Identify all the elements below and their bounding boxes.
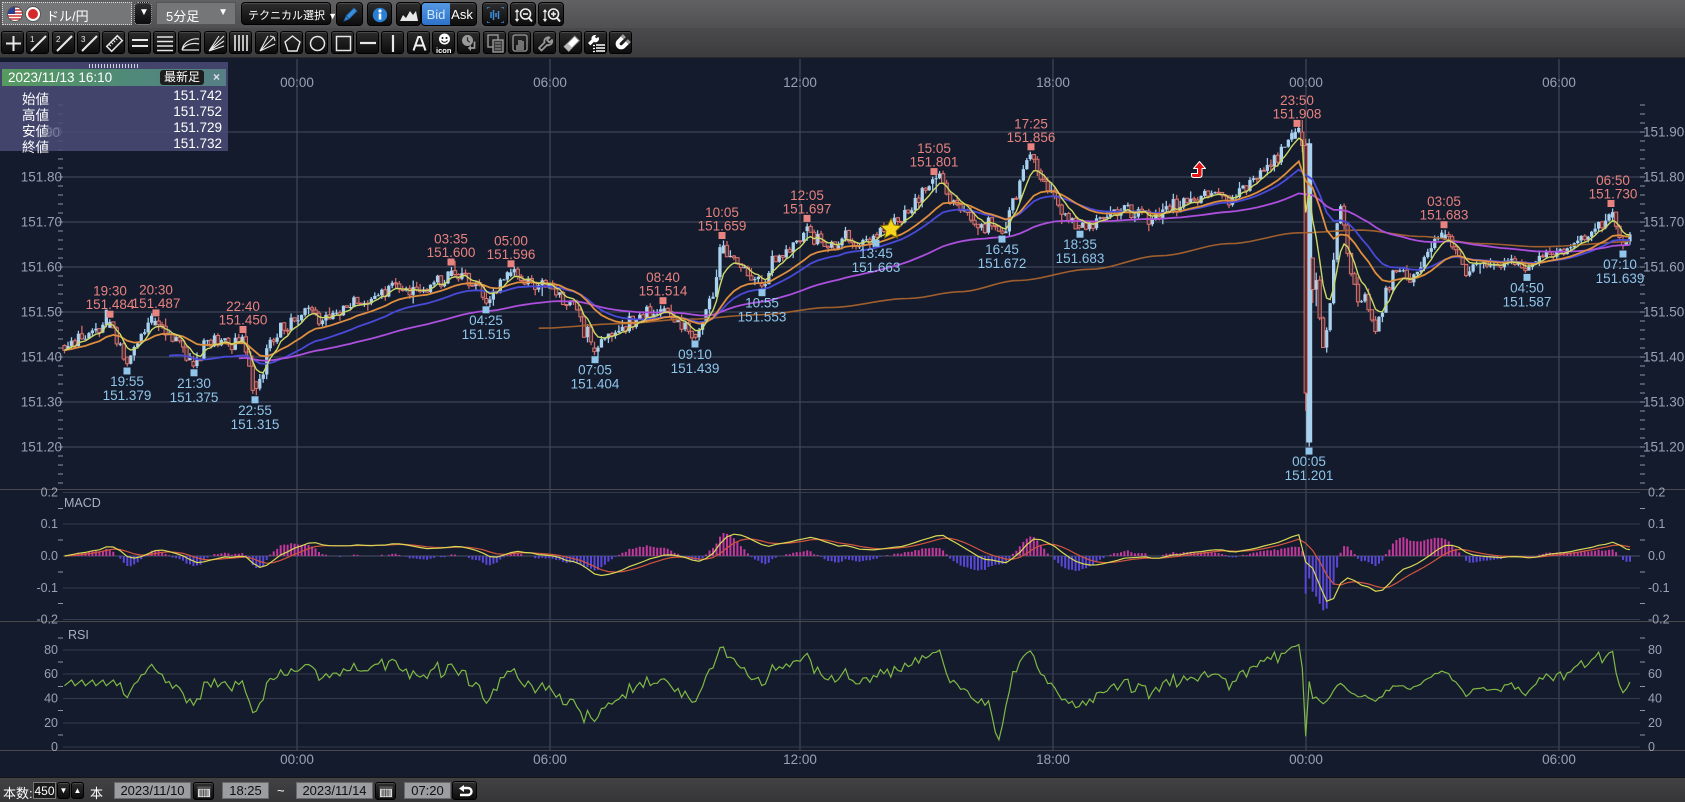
svg-text:151.514: 151.514: [639, 284, 688, 299]
svg-text:151.30: 151.30: [1643, 395, 1684, 410]
svg-text:151.801: 151.801: [910, 155, 959, 170]
svg-text:151.375: 151.375: [170, 390, 219, 405]
svg-text:00:00: 00:00: [1289, 75, 1323, 90]
svg-text:13:45: 13:45: [859, 246, 893, 261]
svg-text:12:00: 12:00: [783, 752, 817, 767]
svg-text:151.50: 151.50: [1643, 305, 1684, 320]
svg-text:0.2: 0.2: [1648, 486, 1665, 500]
svg-text:60: 60: [44, 667, 58, 681]
svg-text:151.596: 151.596: [487, 247, 536, 262]
svg-text:151.487: 151.487: [132, 296, 181, 311]
svg-text:151.697: 151.697: [783, 201, 832, 216]
svg-text:0.0: 0.0: [1648, 549, 1665, 563]
svg-text:18:35: 18:35: [1063, 237, 1097, 252]
svg-text:3: 3: [81, 35, 86, 44]
svg-text:151.40: 151.40: [21, 350, 62, 365]
svg-text:151.80: 151.80: [1643, 170, 1684, 185]
svg-text:00:00: 00:00: [280, 75, 314, 90]
svg-text:20: 20: [44, 716, 58, 730]
svg-text:07:10: 07:10: [1603, 257, 1637, 272]
svg-text:07:05: 07:05: [578, 363, 612, 378]
svg-text:151.659: 151.659: [698, 219, 747, 234]
svg-text:151.20: 151.20: [21, 440, 62, 455]
svg-text:151.30: 151.30: [21, 395, 62, 410]
svg-text:151.587: 151.587: [1503, 294, 1552, 309]
svg-text:RSI: RSI: [68, 628, 89, 642]
svg-text:151.730: 151.730: [1589, 187, 1638, 202]
svg-text:151.60: 151.60: [21, 260, 62, 275]
svg-text:06:00: 06:00: [1542, 752, 1576, 767]
svg-text:151.20: 151.20: [1643, 440, 1684, 455]
svg-text:1: 1: [30, 35, 35, 44]
svg-text:151.515: 151.515: [462, 327, 511, 342]
svg-text:40: 40: [1648, 692, 1662, 706]
svg-text:0.2: 0.2: [41, 486, 58, 500]
svg-text:0.0: 0.0: [41, 549, 58, 563]
svg-text:06:00: 06:00: [533, 75, 567, 90]
svg-text:151.379: 151.379: [103, 388, 152, 403]
svg-text:00:05: 00:05: [1292, 454, 1326, 469]
svg-text:80: 80: [1648, 643, 1662, 657]
svg-text:00:00: 00:00: [280, 752, 314, 767]
svg-text:22:55: 22:55: [238, 403, 272, 418]
svg-text:icon: icon: [436, 46, 452, 54]
svg-text:10:55: 10:55: [745, 296, 779, 311]
svg-text:151.50: 151.50: [21, 305, 62, 320]
svg-text:21:30: 21:30: [177, 376, 211, 391]
svg-text:151.672: 151.672: [978, 256, 1027, 271]
svg-text:151.201: 151.201: [1285, 468, 1334, 483]
svg-text:-0.2: -0.2: [1648, 613, 1670, 627]
svg-text:151.315: 151.315: [231, 417, 280, 432]
svg-text:151.450: 151.450: [219, 313, 268, 328]
svg-text:151.908: 151.908: [1273, 106, 1322, 121]
svg-text:18:00: 18:00: [1036, 752, 1070, 767]
svg-text:0: 0: [1648, 740, 1655, 754]
svg-text:MACD: MACD: [64, 496, 101, 510]
svg-text:40: 40: [44, 692, 58, 706]
svg-text:04:25: 04:25: [469, 313, 503, 328]
svg-text:151.404: 151.404: [571, 377, 620, 392]
svg-text:151.60: 151.60: [1643, 260, 1684, 275]
svg-text:0.1: 0.1: [1648, 517, 1665, 531]
svg-text:16:45: 16:45: [985, 242, 1019, 257]
svg-text:151.600: 151.600: [427, 245, 476, 260]
svg-text:151.683: 151.683: [1420, 208, 1469, 223]
svg-text:06:00: 06:00: [533, 752, 567, 767]
svg-text:18:00: 18:00: [1036, 75, 1070, 90]
svg-text:20: 20: [1648, 716, 1662, 730]
svg-text:151.553: 151.553: [738, 310, 787, 325]
svg-text:151.80: 151.80: [21, 170, 62, 185]
svg-text:09:10: 09:10: [678, 347, 712, 362]
svg-text:151.663: 151.663: [852, 260, 901, 275]
svg-text:-0.1: -0.1: [36, 581, 58, 595]
svg-text:151.639: 151.639: [1596, 271, 1645, 286]
svg-text:151.70: 151.70: [1643, 215, 1684, 230]
svg-text:12:00: 12:00: [783, 75, 817, 90]
svg-text:151.40: 151.40: [1643, 350, 1684, 365]
svg-text:151.70: 151.70: [21, 215, 62, 230]
svg-text:151.683: 151.683: [1056, 251, 1105, 266]
svg-text:-0.2: -0.2: [36, 613, 58, 627]
svg-text:04:50: 04:50: [1510, 280, 1544, 295]
svg-text:151.856: 151.856: [1007, 130, 1056, 145]
svg-text:151.484: 151.484: [86, 297, 135, 312]
svg-text:-0.1: -0.1: [1648, 581, 1670, 595]
svg-text:0: 0: [51, 740, 58, 754]
svg-text:06:00: 06:00: [1542, 75, 1576, 90]
svg-text:2: 2: [56, 35, 61, 44]
svg-text:80: 80: [44, 643, 58, 657]
svg-text:151.439: 151.439: [671, 361, 720, 376]
svg-text:19:55: 19:55: [110, 374, 144, 389]
svg-text:00:00: 00:00: [1289, 752, 1323, 767]
svg-text:60: 60: [1648, 667, 1662, 681]
svg-text:0.1: 0.1: [41, 517, 58, 531]
svg-text:151.90: 151.90: [1643, 125, 1684, 140]
